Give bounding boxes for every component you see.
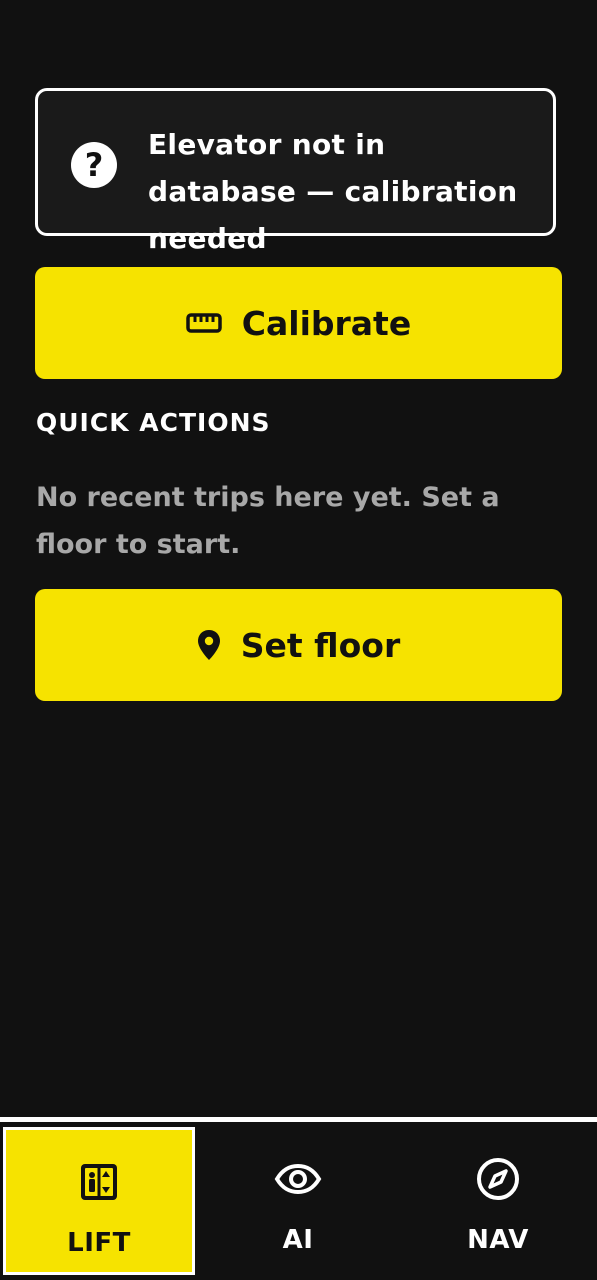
compass-icon	[476, 1157, 520, 1201]
set-floor-button[interactable]: Set floor	[35, 589, 562, 701]
ruler-icon	[186, 312, 222, 334]
quick-actions-empty-message: No recent trips here yet. Set a floor to…	[36, 482, 500, 560]
question-circle-icon: ?	[71, 142, 117, 188]
quick-actions-heading: QUICK ACTIONS	[36, 408, 271, 437]
elevator-status-card: ? Elevator not in database — calibration…	[35, 88, 556, 255]
eye-icon	[274, 1157, 322, 1201]
app-screen: ? Elevator not in database — calibration…	[0, 0, 597, 1280]
map-pin-icon	[197, 629, 221, 661]
tab-lift[interactable]: LIFT	[3, 1127, 195, 1275]
tab-lift-label: LIFT	[67, 1228, 131, 1258]
elevator-icon	[79, 1160, 119, 1204]
set-floor-button-label: Set floor	[240, 625, 401, 665]
calibrate-button[interactable]: Calibrate	[35, 267, 562, 379]
calibrate-button-label: Calibrate	[241, 303, 412, 343]
tab-ai[interactable]: AI	[204, 1127, 392, 1275]
status-message: Elevator not in database — calibration n…	[148, 128, 518, 255]
tab-nav-label: NAV	[467, 1225, 529, 1255]
tab-ai-label: AI	[282, 1225, 314, 1255]
bottom-navigation: LIFT AI NAV	[0, 1117, 597, 1280]
tab-nav[interactable]: NAV	[404, 1127, 592, 1275]
